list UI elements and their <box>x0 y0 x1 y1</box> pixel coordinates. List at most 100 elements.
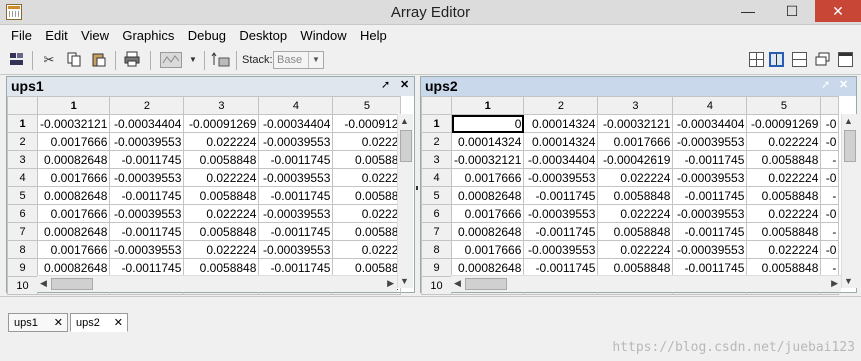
copy-icon[interactable] <box>65 51 83 69</box>
table-cell[interactable]: 0.022224 <box>183 204 260 223</box>
column-header[interactable]: 2 <box>109 96 185 115</box>
table-cell[interactable]: -0.00039553 <box>672 204 748 223</box>
table-cell[interactable]: 0.0058848 <box>746 150 822 169</box>
scroll-thumb[interactable] <box>844 130 856 162</box>
menu-graphics[interactable]: Graphics <box>117 25 179 43</box>
top-bottom-layout-icon[interactable] <box>792 52 807 67</box>
close-icon[interactable]: ✕ <box>114 316 123 329</box>
table-cell[interactable]: - <box>820 186 840 205</box>
table-cell[interactable]: 0.0058848 <box>597 258 674 277</box>
table-cell[interactable]: -0.0011745 <box>258 186 334 205</box>
table-cell[interactable]: -0.0011745 <box>523 222 599 241</box>
scroll-thumb[interactable] <box>465 278 507 290</box>
table-cell[interactable]: -0 <box>820 132 840 151</box>
tab-ups2[interactable]: ups2 ✕ <box>70 313 128 332</box>
table-cell[interactable]: - <box>820 222 840 241</box>
table-cell[interactable]: -0 <box>820 168 840 187</box>
column-header[interactable] <box>820 96 840 115</box>
table-cell[interactable]: 0.0222 <box>332 204 402 223</box>
table-cell[interactable]: 0.0017666 <box>36 204 111 223</box>
row-header[interactable]: 10 <box>7 276 38 295</box>
table-cell[interactable]: 0.0058848 <box>183 186 260 205</box>
menu-file[interactable]: File <box>6 25 37 43</box>
table-cell[interactable]: 0.0058848 <box>183 150 260 169</box>
row-header[interactable]: 8 <box>421 240 452 259</box>
table-cell[interactable]: -0.00039553 <box>109 168 185 187</box>
table-cell[interactable]: 0.0222 <box>332 240 402 259</box>
stack-select[interactable]: Base ▼ <box>273 51 324 69</box>
table-cell[interactable]: -0.0011745 <box>672 222 748 241</box>
row-header[interactable]: 1 <box>421 114 452 133</box>
table-cell[interactable]: 0.0017666 <box>450 168 525 187</box>
row-header[interactable]: 5 <box>7 186 38 205</box>
table-cell[interactable]: 0.00014324 <box>450 132 525 151</box>
vertical-scrollbar[interactable]: ▲ ▼ <box>841 114 857 288</box>
scroll-right-icon[interactable]: ▶ <box>831 278 838 289</box>
row-header[interactable]: 7 <box>7 222 38 241</box>
table-cell[interactable]: -0.00042619 <box>597 150 674 169</box>
table-cell[interactable]: -0.00091269 <box>183 114 260 133</box>
table-cell[interactable]: -0.0011745 <box>523 258 599 277</box>
close-icon[interactable]: ✕ <box>400 78 409 91</box>
scroll-up-icon[interactable]: ▲ <box>844 116 853 126</box>
menu-desktop[interactable]: Desktop <box>234 25 292 43</box>
print-icon[interactable] <box>123 51 141 69</box>
table-cell[interactable]: 0.00588 <box>332 150 402 169</box>
table-cell[interactable]: -0.00032121 <box>450 150 525 169</box>
table-cell[interactable]: - <box>820 150 840 169</box>
scroll-right-icon[interactable]: ▶ <box>387 278 394 289</box>
table-cell[interactable]: -0.00039553 <box>109 240 185 259</box>
menu-view[interactable]: View <box>76 25 114 43</box>
menu-help[interactable]: Help <box>355 25 392 43</box>
close-button[interactable]: ✕ <box>815 0 861 22</box>
row-header[interactable]: 3 <box>421 150 452 169</box>
table-cell[interactable]: -0.00039553 <box>672 132 748 151</box>
corner-cell[interactable] <box>421 96 452 115</box>
row-header[interactable]: 10 <box>421 276 452 295</box>
scroll-thumb[interactable] <box>51 278 93 290</box>
table-cell[interactable]: 0.00082648 <box>36 150 111 169</box>
table-cell[interactable]: 0.0222 <box>332 132 402 151</box>
table-cell[interactable]: 0.00082648 <box>36 258 111 277</box>
row-header[interactable]: 4 <box>7 168 38 187</box>
row-header[interactable]: 2 <box>7 132 38 151</box>
left-right-layout-icon[interactable] <box>769 52 784 67</box>
close-icon[interactable]: ✕ <box>54 316 63 329</box>
scroll-left-icon[interactable]: ◀ <box>454 278 461 289</box>
table-cell[interactable]: -0.00091269 <box>746 114 822 133</box>
table-cell[interactable]: 0.0058848 <box>183 258 260 277</box>
table-cell[interactable]: -0.00039553 <box>258 132 334 151</box>
table-cell[interactable]: -0.00039553 <box>672 240 748 259</box>
table-cell[interactable]: -0.00039553 <box>523 168 599 187</box>
table-cell[interactable]: -0.00032121 <box>36 114 111 133</box>
minimize-button[interactable]: — <box>726 0 770 22</box>
column-header[interactable]: 2 <box>523 96 599 115</box>
table-cell[interactable]: 0.0017666 <box>450 240 525 259</box>
column-header[interactable]: 4 <box>672 96 748 115</box>
table-cell[interactable]: -0.00039553 <box>109 204 185 223</box>
corner-cell[interactable] <box>7 96 38 115</box>
table-cell[interactable]: 0.00082648 <box>450 186 525 205</box>
table-cell[interactable]: -0.00034404 <box>523 150 599 169</box>
row-header[interactable]: 4 <box>421 168 452 187</box>
table-cell[interactable]: 0.00014324 <box>523 114 599 133</box>
horizontal-scrollbar[interactable]: ◀ ▶ <box>37 275 397 292</box>
table-cell[interactable]: 0.00082648 <box>450 222 525 241</box>
table-cell[interactable]: -0.00039553 <box>523 240 599 259</box>
column-header[interactable]: 5 <box>746 96 822 115</box>
menu-window[interactable]: Window <box>295 25 351 43</box>
table-cell[interactable]: -0.0011745 <box>109 186 185 205</box>
table-cell[interactable]: 0.022224 <box>597 240 674 259</box>
table-cell[interactable]: 0.022224 <box>746 204 822 223</box>
table-cell[interactable]: -0.0011745 <box>109 258 185 277</box>
table-cell[interactable]: -0.0011745 <box>672 258 748 277</box>
table-cell[interactable]: -0.00034404 <box>258 114 334 133</box>
table-cell[interactable]: -0.00039553 <box>109 132 185 151</box>
plot-dropdown-icon[interactable]: ▼ <box>184 51 202 69</box>
scroll-down-icon[interactable]: ▼ <box>844 276 853 286</box>
table-cell[interactable]: -0.0011745 <box>672 150 748 169</box>
table-cell[interactable]: 0.022224 <box>746 132 822 151</box>
row-header[interactable]: 8 <box>7 240 38 259</box>
table-cell[interactable]: -0 <box>820 114 840 133</box>
table-cell[interactable]: 0.00014324 <box>523 132 599 151</box>
